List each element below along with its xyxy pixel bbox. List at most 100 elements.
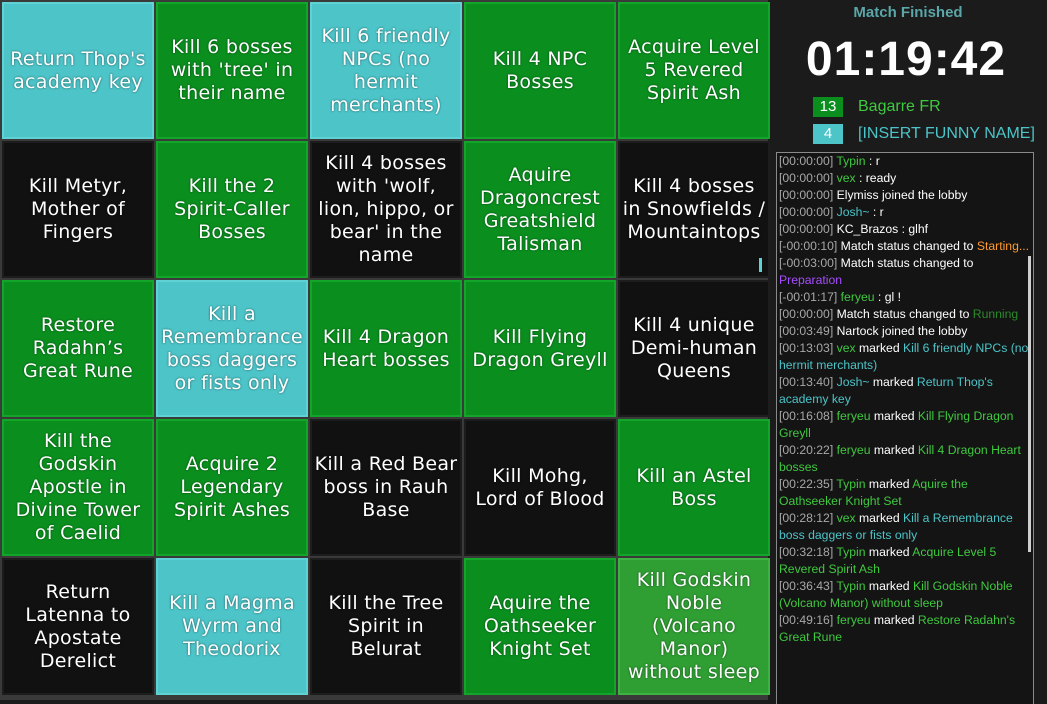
bingo-cell[interactable]: Kill Metyr, Mother of Fingers bbox=[2, 141, 154, 278]
chat-line: [-00:03:00] Match status changed to Prep… bbox=[779, 255, 1031, 289]
chat-timestamp: [00:00:00] bbox=[779, 171, 834, 185]
chat-highlight: Running bbox=[972, 307, 1019, 321]
chat-message: Match status changed to bbox=[836, 307, 973, 321]
chat-timestamp: [00:22:35] bbox=[779, 477, 834, 491]
bingo-cell-label: Aquire the Oathseeker Knight Set bbox=[483, 592, 597, 660]
bingo-cell[interactable]: Kill a Remembrance boss daggers or fists… bbox=[156, 280, 308, 417]
bingo-cell[interactable]: Kill 6 bosses with 'tree' in their name bbox=[156, 2, 308, 139]
chat-username: vex bbox=[836, 171, 856, 185]
bingo-cell-label: Return Thop's academy key bbox=[10, 47, 146, 93]
bingo-cell[interactable]: Kill the Tree Spirit in Belurat bbox=[310, 558, 462, 695]
chat-message: Match status changed to bbox=[840, 256, 974, 270]
bingo-cell[interactable]: Kill the 2 Spirit-Caller Bosses bbox=[156, 141, 308, 278]
chat-message: marked bbox=[870, 409, 918, 423]
chat-message: marked bbox=[865, 545, 913, 559]
chat-message: marked bbox=[855, 511, 903, 525]
chat-username: Typin bbox=[836, 579, 866, 593]
chat-highlight: Starting... bbox=[976, 239, 1030, 253]
bingo-cell[interactable]: Kill a Red Bear boss in Rauh Base bbox=[310, 419, 462, 556]
bingo-cell[interactable]: Kill 4 unique Demi-human Queens bbox=[618, 280, 770, 417]
chat-timestamp: [-00:01:17] bbox=[779, 290, 838, 304]
bingo-cell-label: Kill a Magma Wyrm and Theodorix bbox=[169, 592, 295, 660]
chat-timestamp: [00:13:40] bbox=[779, 375, 834, 389]
bingo-cell[interactable]: Kill 4 NPC Bosses bbox=[464, 2, 616, 139]
chat-line: [00:36:43] Typin marked Kill Godskin Nob… bbox=[779, 578, 1031, 612]
bingo-cell-label: Kill Godskin Noble (Volcano Manor) witho… bbox=[628, 569, 760, 683]
bingo-cell[interactable]: Kill Mohg, Lord of Blood bbox=[464, 419, 616, 556]
chat-line: [-00:01:17] feryeu : gl ! bbox=[779, 289, 1031, 306]
bingo-cell[interactable]: Restore Radahn’s Great Rune bbox=[2, 280, 154, 417]
chat-timestamp: [00:49:16] bbox=[779, 613, 834, 627]
team-name: Bagarre FR bbox=[858, 98, 941, 115]
chat-line: [00:13:03] vex marked Kill 6 friendly NP… bbox=[779, 340, 1031, 374]
chat-message: Elymiss joined the lobby bbox=[836, 188, 968, 202]
bingo-cell-label: Kill an Astel Boss bbox=[636, 464, 752, 510]
bingo-cell[interactable]: Kill 4 bosses in Snowfields / Mountainto… bbox=[618, 141, 770, 278]
team-row-2: 4 [INSERT FUNNY NAME] bbox=[813, 123, 1047, 145]
chat-timestamp: [00:28:12] bbox=[779, 511, 834, 525]
chat-timestamp: [00:00:00] bbox=[779, 205, 834, 219]
bingo-cell[interactable]: Aquire Dragoncrest Greatshield Talisman bbox=[464, 141, 616, 278]
bingo-cell-label: Kill 6 friendly NPCs (no hermit merchant… bbox=[321, 24, 451, 116]
bingo-cell[interactable]: Kill an Astel Boss bbox=[618, 419, 770, 556]
chat-username: vex bbox=[836, 511, 856, 525]
match-status: Match Finished bbox=[853, 4, 963, 21]
chat-line: [00:16:08] feryeu marked Kill Flying Dra… bbox=[779, 408, 1031, 442]
bingo-cell-label: Kill a Red Bear boss in Rauh Base bbox=[314, 453, 458, 521]
bingo-cell[interactable]: Acquire 2 Legendary Spirit Ashes bbox=[156, 419, 308, 556]
bingo-cell[interactable]: Return Thop's academy key bbox=[2, 2, 154, 139]
chat-timestamp: [00:32:18] bbox=[779, 545, 834, 559]
bingo-cell-label: Kill 4 bosses in Snowfields / Mountainto… bbox=[622, 175, 766, 243]
bingo-cell[interactable]: Kill Flying Dragon Greyll bbox=[464, 280, 616, 417]
chat-username: feryeu bbox=[840, 290, 875, 304]
bingo-cell-label: Kill Metyr, Mother of Fingers bbox=[28, 175, 128, 243]
bingo-cell[interactable]: Kill 4 Dragon Heart bosses bbox=[310, 280, 462, 417]
bingo-cell-label: Kill the 2 Spirit-Caller Bosses bbox=[174, 175, 290, 243]
chat-message: marked bbox=[870, 613, 918, 627]
chat-line: [00:00:00] Typin : r bbox=[779, 153, 1031, 170]
bingo-cell[interactable]: Kill 6 friendly NPCs (no hermit merchant… bbox=[310, 2, 462, 139]
chat-line: [00:00:00] vex : ready bbox=[779, 170, 1031, 187]
chat-line: [00:13:40] Josh~ marked Return Thop's ac… bbox=[779, 374, 1031, 408]
chat-username: vex bbox=[836, 341, 856, 355]
chat-timestamp: [00:00:00] bbox=[779, 154, 834, 168]
chat-timestamp: [-00:03:00] bbox=[779, 256, 838, 270]
chat-message: KC_Brazos : glhf bbox=[836, 222, 929, 236]
bingo-cell[interactable]: Return Latenna to Apostate Derelict bbox=[2, 558, 154, 695]
bingo-cell-label: Kill 4 NPC Bosses bbox=[492, 47, 588, 93]
team-row-1: 13 Bagarre FR bbox=[813, 96, 1047, 118]
chat-username: Typin bbox=[836, 545, 866, 559]
bingo-cell-label: Kill the Godskin Apostle in Divine Tower… bbox=[15, 430, 141, 544]
chat-timestamp: [00:03:49] bbox=[779, 324, 834, 338]
chat-line: [00:00:00] KC_Brazos : glhf bbox=[779, 221, 1031, 238]
chat-line: [00:00:00] Josh~ : r bbox=[779, 204, 1031, 221]
bingo-cell[interactable]: Kill the Godskin Apostle in Divine Tower… bbox=[2, 419, 154, 556]
bingo-cell-label: Acquire 2 Legendary Spirit Ashes bbox=[173, 453, 291, 521]
chat-username: feryeu bbox=[836, 409, 871, 423]
chat-line: [00:00:00] Elymiss joined the lobby bbox=[779, 187, 1031, 204]
chat-username: Typin bbox=[836, 154, 866, 168]
bingo-cell-label: Kill the Tree Spirit in Belurat bbox=[328, 592, 444, 660]
chat-log[interactable]: [00:00:00] Typin : r [00:00:00] vex : rea… bbox=[776, 152, 1034, 704]
chat-username: Josh~ bbox=[836, 375, 870, 389]
chat-timestamp: [00:00:00] bbox=[779, 188, 834, 202]
bingo-cell[interactable]: Kill Godskin Noble (Volcano Manor) witho… bbox=[618, 558, 770, 695]
bingo-cell[interactable]: Kill 4 bosses with 'wolf, lion, hippo, o… bbox=[310, 141, 462, 278]
chat-timestamp: [00:00:00] bbox=[779, 307, 834, 321]
bingo-cell-label: Kill a Remembrance boss daggers or fists… bbox=[161, 302, 303, 394]
bingo-cell-label: Kill Mohg, Lord of Blood bbox=[475, 464, 605, 510]
bingo-cell[interactable]: Kill a Magma Wyrm and Theodorix bbox=[156, 558, 308, 695]
bingo-cell-label: Aquire Dragoncrest Greatshield Talisman bbox=[480, 163, 600, 255]
bingo-cell[interactable]: Acquire Level 5 Revered Spirit Ash bbox=[618, 2, 770, 139]
team-name: [INSERT FUNNY NAME] bbox=[858, 125, 1035, 142]
cell-marker bbox=[759, 258, 762, 272]
bingo-cell-label: Kill 6 bosses with 'tree' in their name bbox=[170, 36, 294, 104]
chat-timestamp: [00:36:43] bbox=[779, 579, 834, 593]
chat-line: [00:49:16] feryeu marked Restore Radahn'… bbox=[779, 612, 1031, 646]
chat-message: marked bbox=[855, 341, 903, 355]
chat-scrollbar[interactable] bbox=[1028, 256, 1031, 552]
bingo-cell-label: Kill 4 bosses with 'wolf, lion, hippo, o… bbox=[318, 152, 454, 266]
bingo-cell[interactable]: Aquire the Oathseeker Knight Set bbox=[464, 558, 616, 695]
team-score: 13 bbox=[813, 97, 843, 117]
chat-message: marked bbox=[865, 477, 913, 491]
